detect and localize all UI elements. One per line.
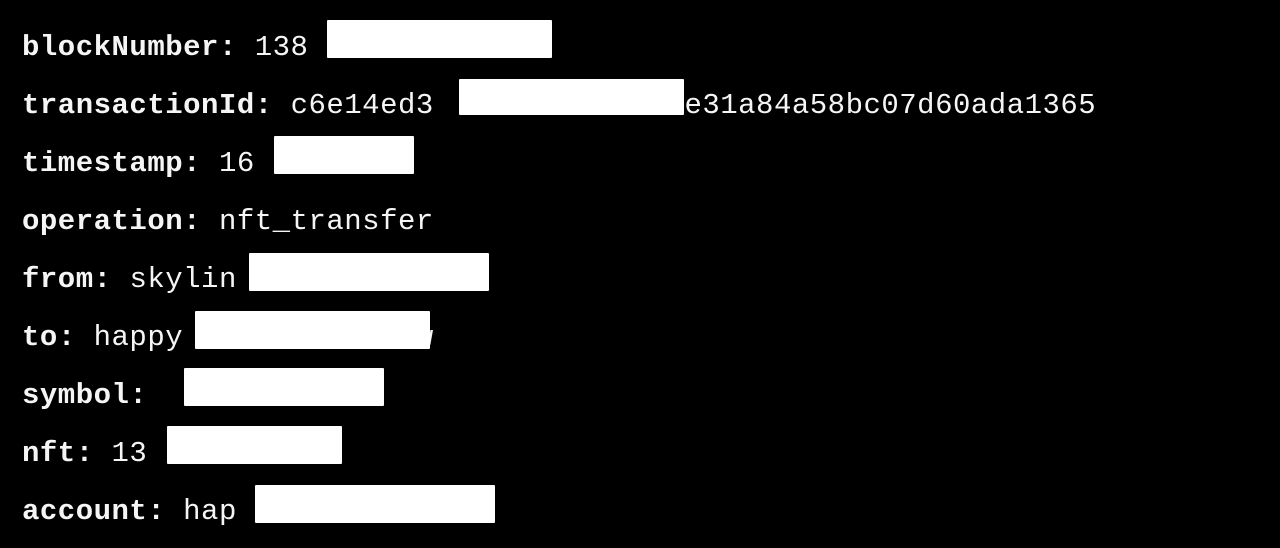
field-value-pre: hap (183, 497, 237, 526)
log-row-operation: operation: nft_transfer (22, 192, 1258, 250)
field-separator: : (147, 497, 183, 526)
field-key: nft (22, 439, 76, 468)
field-key: symbol (22, 381, 129, 410)
redaction-box (195, 311, 430, 349)
field-separator: : (219, 33, 255, 62)
redaction-box (249, 253, 489, 291)
field-separator: : (58, 323, 94, 352)
field-separator: : (183, 149, 219, 178)
field-value-pre: nft_transfer (219, 207, 434, 236)
field-value-pre: skylin (129, 265, 236, 294)
log-row-timestamp: timestamp: 16XXXXXXXX7 (22, 134, 1258, 192)
log-row-from: from: skylinXXXXXXXXXXXXXd (22, 250, 1258, 308)
field-key: timestamp (22, 149, 183, 178)
log-row-transactionId: transactionId: c6e14ed3XXXXXXXXXXXXXbe31… (22, 76, 1258, 134)
field-key: operation (22, 207, 183, 236)
field-separator: : (255, 91, 291, 120)
log-row-to: to: happyXXXXXXXXXXXXXw (22, 308, 1258, 366)
field-value-pre: 13 (112, 439, 148, 468)
field-key: from (22, 265, 94, 294)
field-separator: : (94, 265, 130, 294)
redaction-box (184, 368, 384, 406)
log-row-blockNumber: blockNumber: 138 (22, 18, 1258, 76)
redaction-box (459, 79, 684, 115)
redaction-box (167, 426, 342, 464)
log-row-account: account: hap (22, 482, 1258, 540)
field-value-pre: c6e14ed3 (291, 91, 434, 120)
field-value-pre: 138 (255, 33, 309, 62)
field-separator: : (129, 381, 165, 410)
log-row-nft: nft: 13 (22, 424, 1258, 482)
field-value-pre: happy (94, 323, 184, 352)
field-key: account (22, 497, 147, 526)
field-value-pre: 16 (219, 149, 255, 178)
field-key: blockNumber (22, 33, 219, 62)
redaction-box (274, 136, 414, 174)
field-key: transactionId (22, 91, 255, 120)
terminal-output: blockNumber: 138transactionId: c6e14ed3X… (0, 0, 1280, 548)
field-separator: : (76, 439, 112, 468)
field-key: to (22, 323, 58, 352)
field-separator: : (183, 207, 219, 236)
redaction-box (255, 485, 495, 523)
log-row-symbol: symbol: (22, 366, 1258, 424)
redaction-box (327, 20, 552, 58)
field-value-post: be31a84a58bc07d60ada1365 (667, 91, 1097, 120)
